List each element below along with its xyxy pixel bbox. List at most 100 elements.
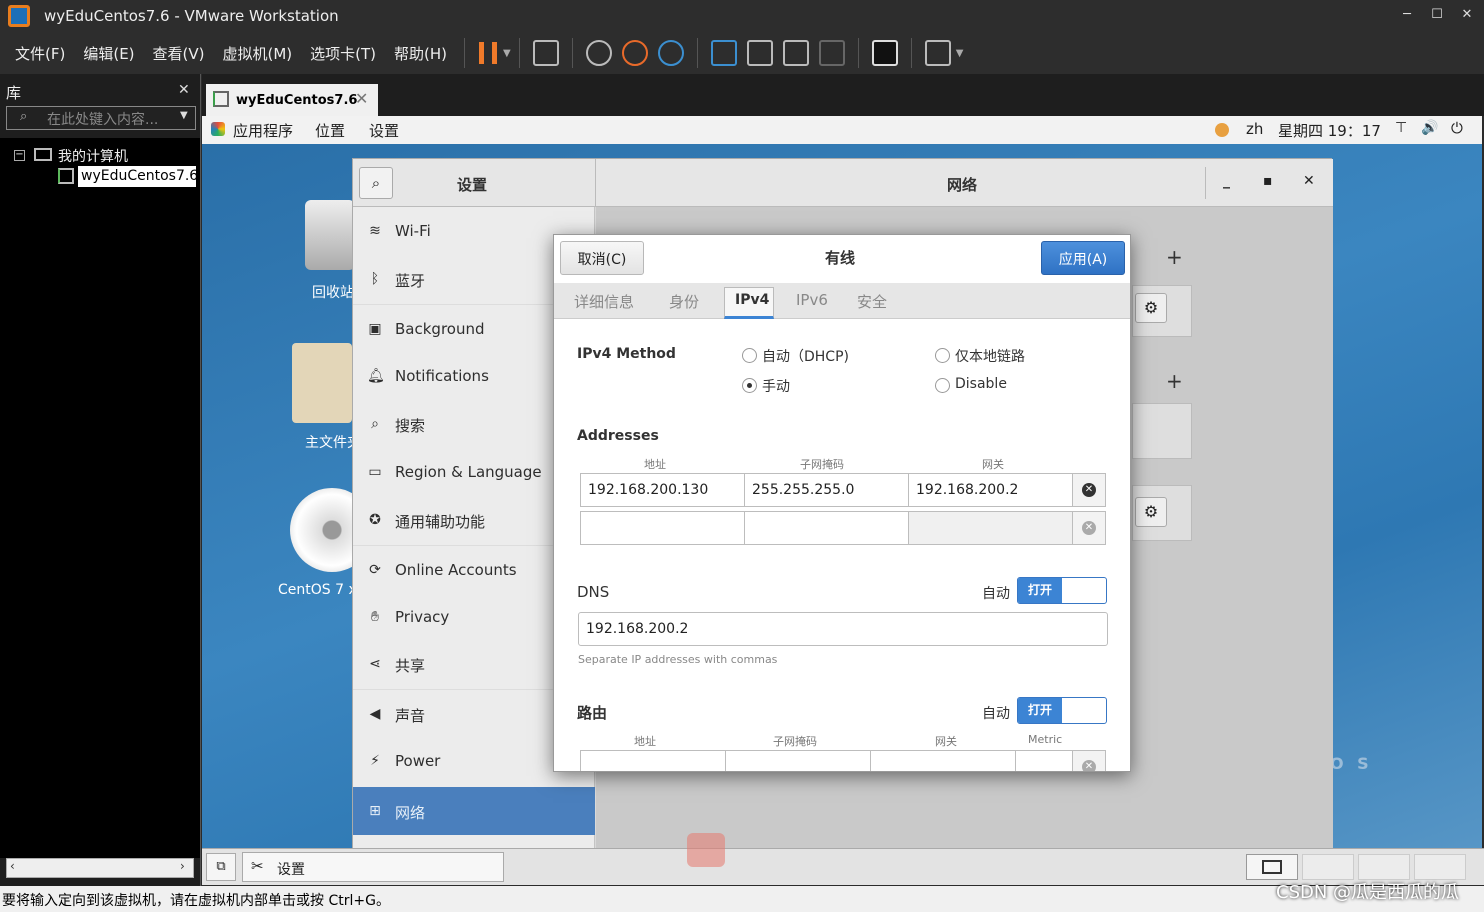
gear-icon[interactable]: ⚙ [1135,497,1167,527]
add-icon[interactable]: + [1166,369,1183,393]
volume-icon[interactable]: 🔊 [1421,120,1438,136]
address-input[interactable]: 192.168.200.130 [580,473,745,507]
close-tab-icon[interactable]: ✕ [355,89,368,108]
language-indicator[interactable]: zh [1246,120,1263,138]
chevron-down-icon[interactable]: ▼ [180,110,188,121]
radio-dhcp[interactable]: 自动（DHCP) [742,346,849,366]
network-icon[interactable]: ⊤ [1395,120,1407,136]
screenshot-search-icon[interactable] [687,833,725,867]
library-scrollbar[interactable] [6,858,194,878]
gear-icon[interactable]: ⚙ [1135,293,1167,323]
address-input-empty[interactable] [580,511,745,545]
library-title: 库 [6,84,22,102]
bell-icon: 🔔︎ [367,368,385,384]
sidebar-item-label: Power [395,752,441,770]
menu-view[interactable]: 查看(V) [144,43,214,64]
minimize-button[interactable]: ─ [1390,0,1424,32]
revert-snapshot-icon[interactable] [621,40,648,66]
fullscreen-icon[interactable] [782,40,809,66]
unity-icon[interactable] [818,40,845,66]
collapse-icon[interactable]: − [14,150,25,161]
sidebar-item-label: Region & Language [395,463,542,481]
search-button[interactable]: ⌕ [359,167,393,199]
close-icon[interactable]: ✕ [1303,173,1315,189]
tab-vm[interactable]: wyEduCentos7.6 [206,84,378,116]
thumbnail-view-icon[interactable] [746,40,773,66]
menu-file[interactable]: 文件(F) [6,43,74,64]
delete-route-button[interactable]: ✕ [1072,750,1106,771]
folder-icon[interactable] [292,343,352,423]
radio-disable[interactable]: Disable [935,376,1007,393]
menu-edit[interactable]: 编辑(E) [74,43,143,64]
send-keys-icon[interactable] [532,40,559,66]
route-netmask-input[interactable] [725,750,871,771]
tab-ipv4[interactable]: IPv4 [724,287,774,319]
route-gateway-input[interactable] [870,750,1016,771]
gateway-input[interactable]: 192.168.200.2 [908,473,1073,507]
library-search-input[interactable]: 在此处键入内容... [6,106,196,130]
dns-auto-toggle[interactable]: 打开 [1017,577,1107,604]
taskbar-item-settings[interactable]: ✂ 设置 [242,852,504,882]
tab-ipv6[interactable]: IPv6 [796,291,828,309]
trash-icon[interactable] [305,200,355,270]
netmask-input-empty[interactable] [744,511,909,545]
route-metric-input[interactable] [1015,750,1073,771]
maximize-icon[interactable]: ▪ [1263,173,1273,189]
apply-button[interactable]: 应用(A) [1041,241,1125,275]
power-icon[interactable]: ⏻ [1451,119,1463,137]
menu-applications[interactable]: 应用程序 [233,120,293,141]
radio-link-local[interactable]: 仅本地链路 [935,346,1025,366]
wired-dialog: 取消(C) 有线 应用(A) 详细信息 身份 IPv4 IPv6 安全 IPv4… [553,234,1131,772]
sidebar-item-label: 蓝牙 [395,272,426,290]
minimize-icon[interactable]: _ [1223,173,1230,189]
add-icon[interactable]: + [1166,245,1183,269]
gateway-input-empty[interactable] [908,511,1073,545]
tree-root-label[interactable]: 我的计算机 [58,146,128,166]
chevron-down-icon[interactable]: ▼ [503,48,511,59]
chevron-left-icon[interactable]: ‹ [10,859,15,873]
snapshot-manager-icon[interactable] [657,40,684,66]
menu-tabs[interactable]: 选项卡(T) [301,43,385,64]
snapshot-icon[interactable] [585,40,612,66]
maximize-button[interactable]: ☐ [1420,0,1454,32]
tab-identity[interactable]: 身份 [669,291,699,312]
chevron-down-icon[interactable]: ▼ [956,48,964,59]
tab-security[interactable]: 安全 [857,291,887,312]
workspace-2[interactable] [1302,854,1354,880]
delete-address-button[interactable]: ✕ [1072,473,1106,507]
delete-address-button[interactable]: ✕ [1072,511,1106,545]
menu-settings[interactable]: 设置 [369,120,399,141]
show-desktop-icon[interactable]: ⧉ [206,853,236,881]
clock[interactable]: 星期四 19：17 [1278,120,1381,141]
radio-manual[interactable]: 手动 [742,376,790,396]
close-window-button[interactable]: ✕ [1450,0,1484,32]
input-method-icon[interactable] [1215,123,1229,137]
workspace-3[interactable] [1358,854,1410,880]
dns-input[interactable]: 192.168.200.2 [578,612,1108,646]
workspace-1[interactable] [1246,854,1298,880]
tree-item-vm[interactable]: wyEduCentos7.6 [78,166,196,187]
vm-icon [213,91,229,107]
library-view-icon[interactable] [710,40,737,66]
menu-help[interactable]: 帮助(H) [385,43,456,64]
stretch-icon[interactable] [924,40,951,66]
routes-auto-toggle[interactable]: 打开 [1017,697,1107,724]
pause-icon[interactable] [479,42,498,64]
menu-places[interactable]: 位置 [315,120,345,141]
cancel-button[interactable]: 取消(C) [560,241,644,275]
route-address-input[interactable] [580,750,726,771]
console-icon[interactable] [871,40,898,66]
menu-vm[interactable]: 虚拟机(M) [214,43,302,64]
sidebar-item-label: Background [395,320,485,338]
tab-details[interactable]: 详细信息 [574,291,634,312]
search-icon: ⌕ [371,416,379,432]
dns-auto-label: 自动 [982,586,1010,602]
sidebar-item-network[interactable]: ⊞ 网络 [353,787,595,835]
close-icon[interactable]: ✕ [178,82,190,98]
chevron-right-icon[interactable]: › [180,859,185,873]
netmask-input[interactable]: 255.255.255.0 [744,473,909,507]
workspace-4[interactable] [1414,854,1466,880]
centos-brand-text: O S [1330,754,1373,773]
apps-icon [211,122,225,136]
hand-icon: ✋︎ [371,609,379,625]
